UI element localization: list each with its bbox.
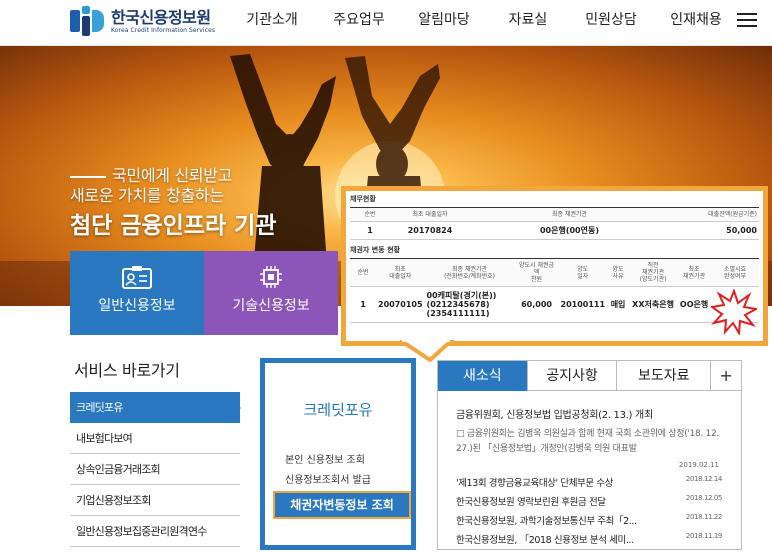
t1-cell: 1 bbox=[350, 221, 390, 240]
table-row: 1 20070105 00캐피탈(경기(본)) (0212345678) (23… bbox=[350, 286, 759, 323]
hero-tagline-2: 새로운 가치를 창출하는 bbox=[70, 186, 224, 205]
main-nav: 기관소개 주요업무 알림마당 자료실 민원상담 인재채용 bbox=[244, 0, 724, 46]
service-creditforyou[interactable]: 크레딧포유 bbox=[70, 392, 240, 423]
t2-header: 최종 채권기관 (전화번호/계좌번호) bbox=[424, 258, 515, 287]
nav-recruit[interactable]: 인재채용 bbox=[668, 0, 724, 46]
list-item[interactable]: 한국신용정보원 영락보린원 후원금 전달 2018.12.05 bbox=[456, 494, 722, 508]
more-icon[interactable]: + bbox=[711, 361, 741, 391]
t2-header: 양도시 채권금액 천원 bbox=[514, 258, 559, 287]
service-remote-training[interactable]: 일반신용정보집중관리원격연수 bbox=[70, 516, 240, 547]
link-own-credit[interactable]: 본인 신용정보 조회 bbox=[285, 451, 365, 466]
tab-press[interactable]: 보도자료 bbox=[617, 361, 712, 391]
creditor-change-button[interactable]: 채권자변동정보 조회 bbox=[273, 491, 411, 519]
debt-status-title: 채무현황 bbox=[350, 195, 376, 203]
t1-cell: 50,000 bbox=[669, 221, 759, 240]
id-card-icon bbox=[122, 266, 152, 289]
t2-cell: 20070105 bbox=[376, 286, 425, 323]
active-arrow-icon bbox=[236, 404, 241, 412]
tile-general-credit-label: 일반신용정보 bbox=[98, 298, 176, 314]
service-insurance[interactable]: 내보험다보여 bbox=[70, 423, 240, 454]
news-headline[interactable]: 금융위원회, 신용정보법 입법공청회(2. 13.) 개최 bbox=[456, 406, 653, 421]
nav-notice[interactable]: 알림마당 bbox=[416, 0, 472, 46]
t1-cell: 20170824 bbox=[390, 221, 470, 240]
tab-news[interactable]: 새소식 bbox=[438, 361, 528, 391]
news-item-title: 한국신용정보원, 과학기술정보통신부 주최「2... bbox=[456, 516, 637, 527]
tile-tech-credit[interactable]: 기술신용정보 bbox=[204, 251, 338, 335]
list-item[interactable]: 한국신용정보원, 「2018 신용정보 분석 세미... 2018.11.19 bbox=[456, 532, 722, 546]
t2-header: 소멸시효 완성여부 bbox=[711, 258, 759, 287]
nav-about[interactable]: 기관소개 bbox=[244, 0, 300, 46]
t1-header: 순번 bbox=[350, 207, 390, 222]
t2-cell: 매입 bbox=[607, 286, 630, 323]
news-item-title: 한국신용정보원, 「2018 신용정보 분석 세미... bbox=[456, 535, 634, 546]
creditforyou-title: 크레딧포유 bbox=[303, 401, 373, 419]
t1-header: 최초 대출일자 bbox=[390, 207, 470, 222]
news-item-title: '제13회 경향금융교육대상' 단체부문 수상 bbox=[456, 478, 614, 489]
t1-cell: 00은행(00연동) bbox=[470, 221, 669, 240]
t2-header: 양도 일자 bbox=[558, 258, 608, 287]
news-item-title: 한국신용정보원 영락보린원 후원금 전달 bbox=[456, 497, 606, 508]
t2-cell: 20100111 bbox=[558, 286, 608, 323]
site-header: 한국신용정보원 Korea Credit Information Service… bbox=[0, 0, 772, 46]
service-inheritance[interactable]: 상속인금융거래조회 bbox=[70, 454, 240, 485]
tab-notice[interactable]: 공지사항 bbox=[528, 361, 618, 391]
news-item-date: 2018.11.22 bbox=[685, 513, 722, 521]
t2-cell: 00캐피탈(경기(본)) (0212345678) (2354111111) bbox=[424, 286, 515, 323]
t2-cell: 1 bbox=[350, 286, 376, 323]
news-summary[interactable]: □ 금융위원회는 김병욱 의원실과 함께 현재 국회 소관위에 상정('18. … bbox=[456, 427, 736, 457]
creditforyou-panel: 크레딧포유 본인 신용정보 조회 신용정보조회서 발급 채권자변동정보 조회 bbox=[260, 358, 416, 550]
t2-header: 순번 bbox=[350, 258, 376, 287]
service-corporate-credit[interactable]: 기업신용정보조회 bbox=[70, 485, 240, 516]
kcis-logo-icon bbox=[70, 6, 106, 36]
logo-subtitle: Korea Credit Information Services bbox=[111, 26, 216, 34]
t2-header: 최초 채권기관 bbox=[677, 258, 712, 287]
nav-archive[interactable]: 자료실 bbox=[506, 0, 550, 46]
t2-header: 직전 채권기관 (양도기관) bbox=[629, 258, 678, 287]
chip-icon bbox=[260, 266, 282, 288]
list-item[interactable]: '제13회 경향금융교육대상' 단체부문 수상 2018.12.14 bbox=[456, 475, 722, 489]
hero-title: 첨단 금융인프라 기관 bbox=[70, 213, 277, 239]
nav-business[interactable]: 주요업무 bbox=[331, 0, 387, 46]
services-title: 서비스 바로가기 bbox=[74, 361, 180, 380]
tile-tech-credit-label: 기술신용정보 bbox=[232, 298, 310, 314]
list-item[interactable]: 한국신용정보원, 과학기술정보통신부 주최「2... 2018.11.22 bbox=[456, 513, 722, 527]
services-list: 크레딧포유 내보험다보여 상속인금융거래조회 기업신용정보조회 일반신용정보집중… bbox=[70, 392, 240, 547]
t2-cell: XX저축은행 bbox=[629, 286, 678, 323]
news-item-date: 2018.11.19 bbox=[685, 532, 722, 540]
link-credit-certificate[interactable]: 신용정보조회서 발급 bbox=[285, 471, 371, 486]
nav-civil-consult[interactable]: 민원상담 bbox=[583, 0, 639, 46]
table-row: 1 20170824 00은행(00연동) 50,000 bbox=[350, 221, 759, 240]
t2-header: 최초 대출일자 bbox=[376, 258, 425, 287]
highlight-burst-icon bbox=[711, 289, 757, 335]
logo-name: 한국신용정보원 bbox=[111, 7, 211, 27]
creditor-change-table: 순번 최초 대출일자 최종 채권기관 (전화번호/계좌번호) 양도시 채권금액 … bbox=[350, 258, 759, 323]
news-headline-date: 2019.02.11 bbox=[678, 461, 719, 469]
t2-cell: 60,000 bbox=[514, 286, 559, 323]
tile-general-credit[interactable]: 일반신용정보 bbox=[70, 251, 204, 335]
news-item-date: 2018.12.05 bbox=[685, 494, 722, 502]
t1-header: 최종 채권기관 bbox=[470, 207, 669, 222]
site-logo[interactable]: 한국신용정보원 Korea Credit Information Service… bbox=[70, 6, 215, 36]
t2-header: 양도 사유 bbox=[607, 258, 630, 287]
news-panel: 새소식 공지사항 보도자료 + 금융위원회, 신용정보법 입법공청회(2. 13… bbox=[437, 360, 742, 550]
menu-icon[interactable] bbox=[737, 13, 757, 27]
creditor-change-title: 채권자 변동 현황 bbox=[350, 246, 400, 254]
news-item-date: 2018.12.14 bbox=[685, 475, 722, 483]
debt-status-table: 순번 최초 대출일자 최종 채권기관 대출잔액(원금기준) 1 20170824… bbox=[350, 207, 759, 240]
zoom-callout-popup: 채무현황 순번 최초 대출일자 최종 채권기관 대출잔액(원금기준) 1 201… bbox=[341, 186, 768, 346]
t2-cell: OO은행 bbox=[677, 286, 712, 323]
t1-header: 대출잔액(원금기준) bbox=[669, 207, 759, 222]
